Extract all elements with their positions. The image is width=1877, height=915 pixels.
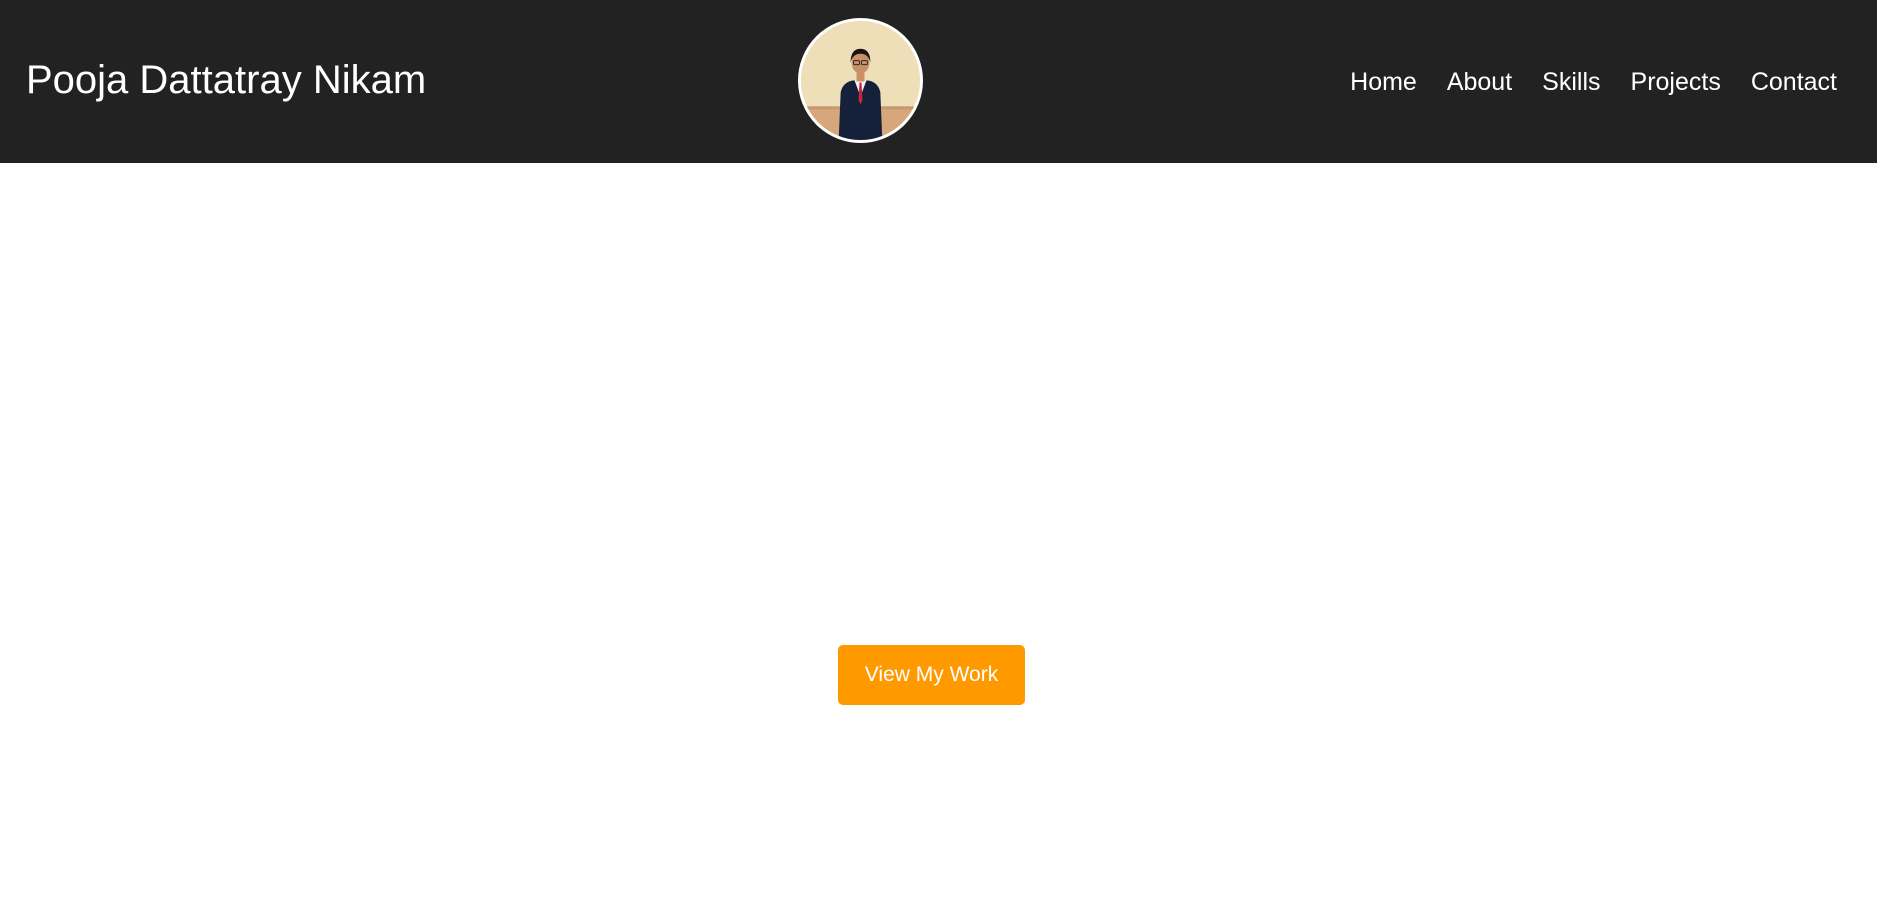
view-my-work-button[interactable]: View My Work: [838, 645, 1025, 705]
avatar-photo: [801, 21, 920, 140]
nav-link-home[interactable]: Home: [1350, 67, 1417, 97]
page: Pooja Dattatray Nikam Home About Skills …: [0, 0, 1877, 915]
nav-link-projects[interactable]: Projects: [1631, 67, 1721, 97]
site-header: Pooja Dattatray Nikam Home About Skills …: [0, 0, 1877, 163]
nav-link-skills[interactable]: Skills: [1542, 67, 1600, 97]
site-title: Pooja Dattatray Nikam: [26, 58, 427, 102]
avatar: [798, 18, 923, 143]
nav-link-contact[interactable]: Contact: [1751, 67, 1837, 97]
nav-link-about[interactable]: About: [1447, 67, 1512, 97]
main-nav: Home About Skills Projects Contact: [1320, 67, 1837, 97]
